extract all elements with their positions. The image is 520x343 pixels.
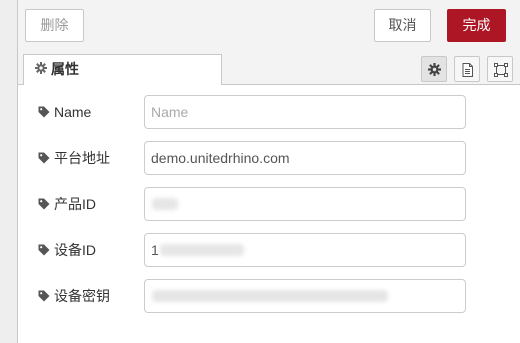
- editor-toolbar: 删除 取消 完成: [18, 0, 520, 46]
- tag-icon: [38, 244, 50, 256]
- device-secret-label: 设备密钥: [38, 279, 110, 313]
- tab-properties-label: 属性: [51, 61, 79, 77]
- redacted-value: [152, 290, 388, 302]
- form-row-device-secret: 设备密钥: [18, 279, 520, 313]
- node-editor-panel: 删除 取消 完成 属性 Name Name 平台地址 demo.unitedrh…: [17, 0, 520, 343]
- form-row-name: Name: [18, 95, 520, 129]
- platform-address-label: 平台地址: [38, 141, 110, 175]
- name-label-text: Name: [54, 104, 92, 120]
- device-id-label-text: 设备ID: [54, 242, 96, 258]
- tag-icon: [38, 198, 50, 210]
- product-id-input[interactable]: [144, 187, 466, 221]
- done-button[interactable]: 完成: [447, 9, 506, 42]
- tag-icon: [38, 106, 50, 118]
- delete-button[interactable]: 删除: [25, 9, 84, 42]
- form-row-platform-address: 平台地址: [18, 141, 520, 175]
- tag-icon: [38, 290, 50, 302]
- cancel-button[interactable]: 取消: [374, 9, 431, 42]
- form-row-product-id: 产品ID: [18, 187, 520, 221]
- redacted-value: [152, 198, 178, 210]
- properties-form: Name 平台地址 产品ID: [18, 85, 520, 343]
- gear-icon: [35, 55, 47, 84]
- settings-tab-button[interactable]: [421, 56, 447, 82]
- device-id-label: 设备ID: [38, 233, 96, 267]
- form-row-device-id: 设备ID: [18, 233, 520, 267]
- tabs-bar: 属性: [18, 46, 520, 86]
- redacted-value: [160, 244, 244, 256]
- platform-address-label-text: 平台地址: [54, 150, 110, 166]
- platform-address-input[interactable]: [144, 141, 466, 175]
- product-id-label-text: 产品ID: [54, 196, 96, 212]
- tag-icon: [38, 152, 50, 164]
- description-tab-button[interactable]: [454, 56, 480, 82]
- device-secret-label-text: 设备密钥: [54, 288, 110, 304]
- product-id-label: 产品ID: [38, 187, 96, 221]
- tab-properties[interactable]: 属性: [23, 54, 222, 86]
- appearance-tab-button[interactable]: [487, 56, 513, 82]
- name-input[interactable]: [144, 95, 466, 129]
- name-label: Name: [38, 95, 91, 129]
